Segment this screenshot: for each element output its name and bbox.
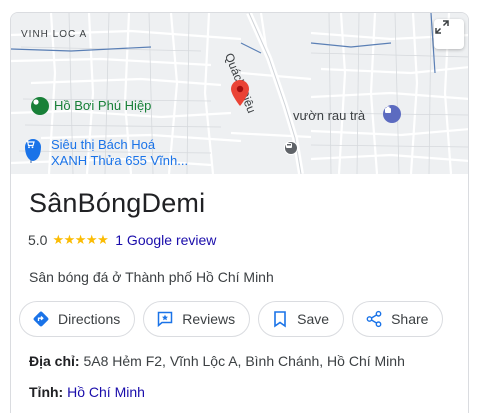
address-row: Địa chỉ: 5A8 Hẻm F2, Vĩnh Lộc A, Bình Ch… — [29, 353, 405, 369]
save-label: Save — [297, 311, 330, 327]
star-rating-icon: ★★★★★ — [52, 232, 109, 247]
action-buttons: Directions Reviews Save Share — [19, 301, 444, 337]
reviews-button[interactable]: Reviews — [143, 301, 251, 337]
reviews-count-link[interactable]: 1 Google review — [115, 232, 216, 248]
map-area-label: VINH LOC A — [21, 29, 88, 40]
rating-row: 5.0 ★★★★★ 1 Google review — [28, 232, 216, 248]
address-label: Địa chỉ — [29, 353, 75, 369]
map-preview[interactable]: VINH LOC A Quách Điêu Hồ Bơi Phú Hiệp Si… — [11, 13, 468, 174]
reviews-icon — [156, 310, 174, 328]
supermarket-label-line1: Siêu thị Bách Hoá — [51, 137, 156, 152]
bus-stop-icon[interactable] — [284, 141, 298, 155]
share-button[interactable]: Share — [352, 301, 444, 337]
save-button[interactable]: Save — [258, 301, 345, 337]
bookmark-icon — [271, 310, 289, 328]
directions-icon — [32, 310, 50, 328]
business-name: SânBóngDemi — [29, 188, 206, 218]
market-poi-icon[interactable] — [383, 105, 401, 123]
market-place-label[interactable]: vườn rau trà — [293, 108, 365, 123]
supermarket-label-line2: XANH Thửa 655 Vĩnh... — [51, 153, 189, 168]
pool-place-label[interactable]: Hồ Bơi Phú Hiệp — [54, 98, 151, 113]
supermarket-place-label[interactable]: Siêu thị Bách Hoá XANH Thửa 655 Vĩnh... — [51, 137, 188, 169]
address-value: 5A8 Hẻm F2, Vĩnh Lộc A, Bình Chánh, Hồ C… — [83, 353, 405, 369]
directions-button[interactable]: Directions — [19, 301, 136, 337]
directions-label: Directions — [58, 311, 121, 327]
expand-map-button[interactable] — [434, 19, 464, 49]
red-location-pin-icon[interactable] — [231, 80, 249, 106]
share-icon — [365, 310, 383, 328]
province-label: Tỉnh — [29, 384, 59, 400]
province-row: Tỉnh: Hồ Chí Minh — [29, 384, 145, 400]
province-link[interactable]: Hồ Chí Minh — [67, 384, 145, 400]
rating-value: 5.0 — [28, 232, 48, 248]
share-label: Share — [391, 311, 429, 327]
business-card: VINH LOC A Quách Điêu Hồ Bơi Phú Hiệp Si… — [10, 12, 469, 413]
reviews-label: Reviews — [182, 311, 236, 327]
business-category: Sân bóng đá ở Thành phố Hồ Chí Minh — [29, 269, 274, 285]
pool-poi-icon[interactable] — [31, 97, 49, 115]
